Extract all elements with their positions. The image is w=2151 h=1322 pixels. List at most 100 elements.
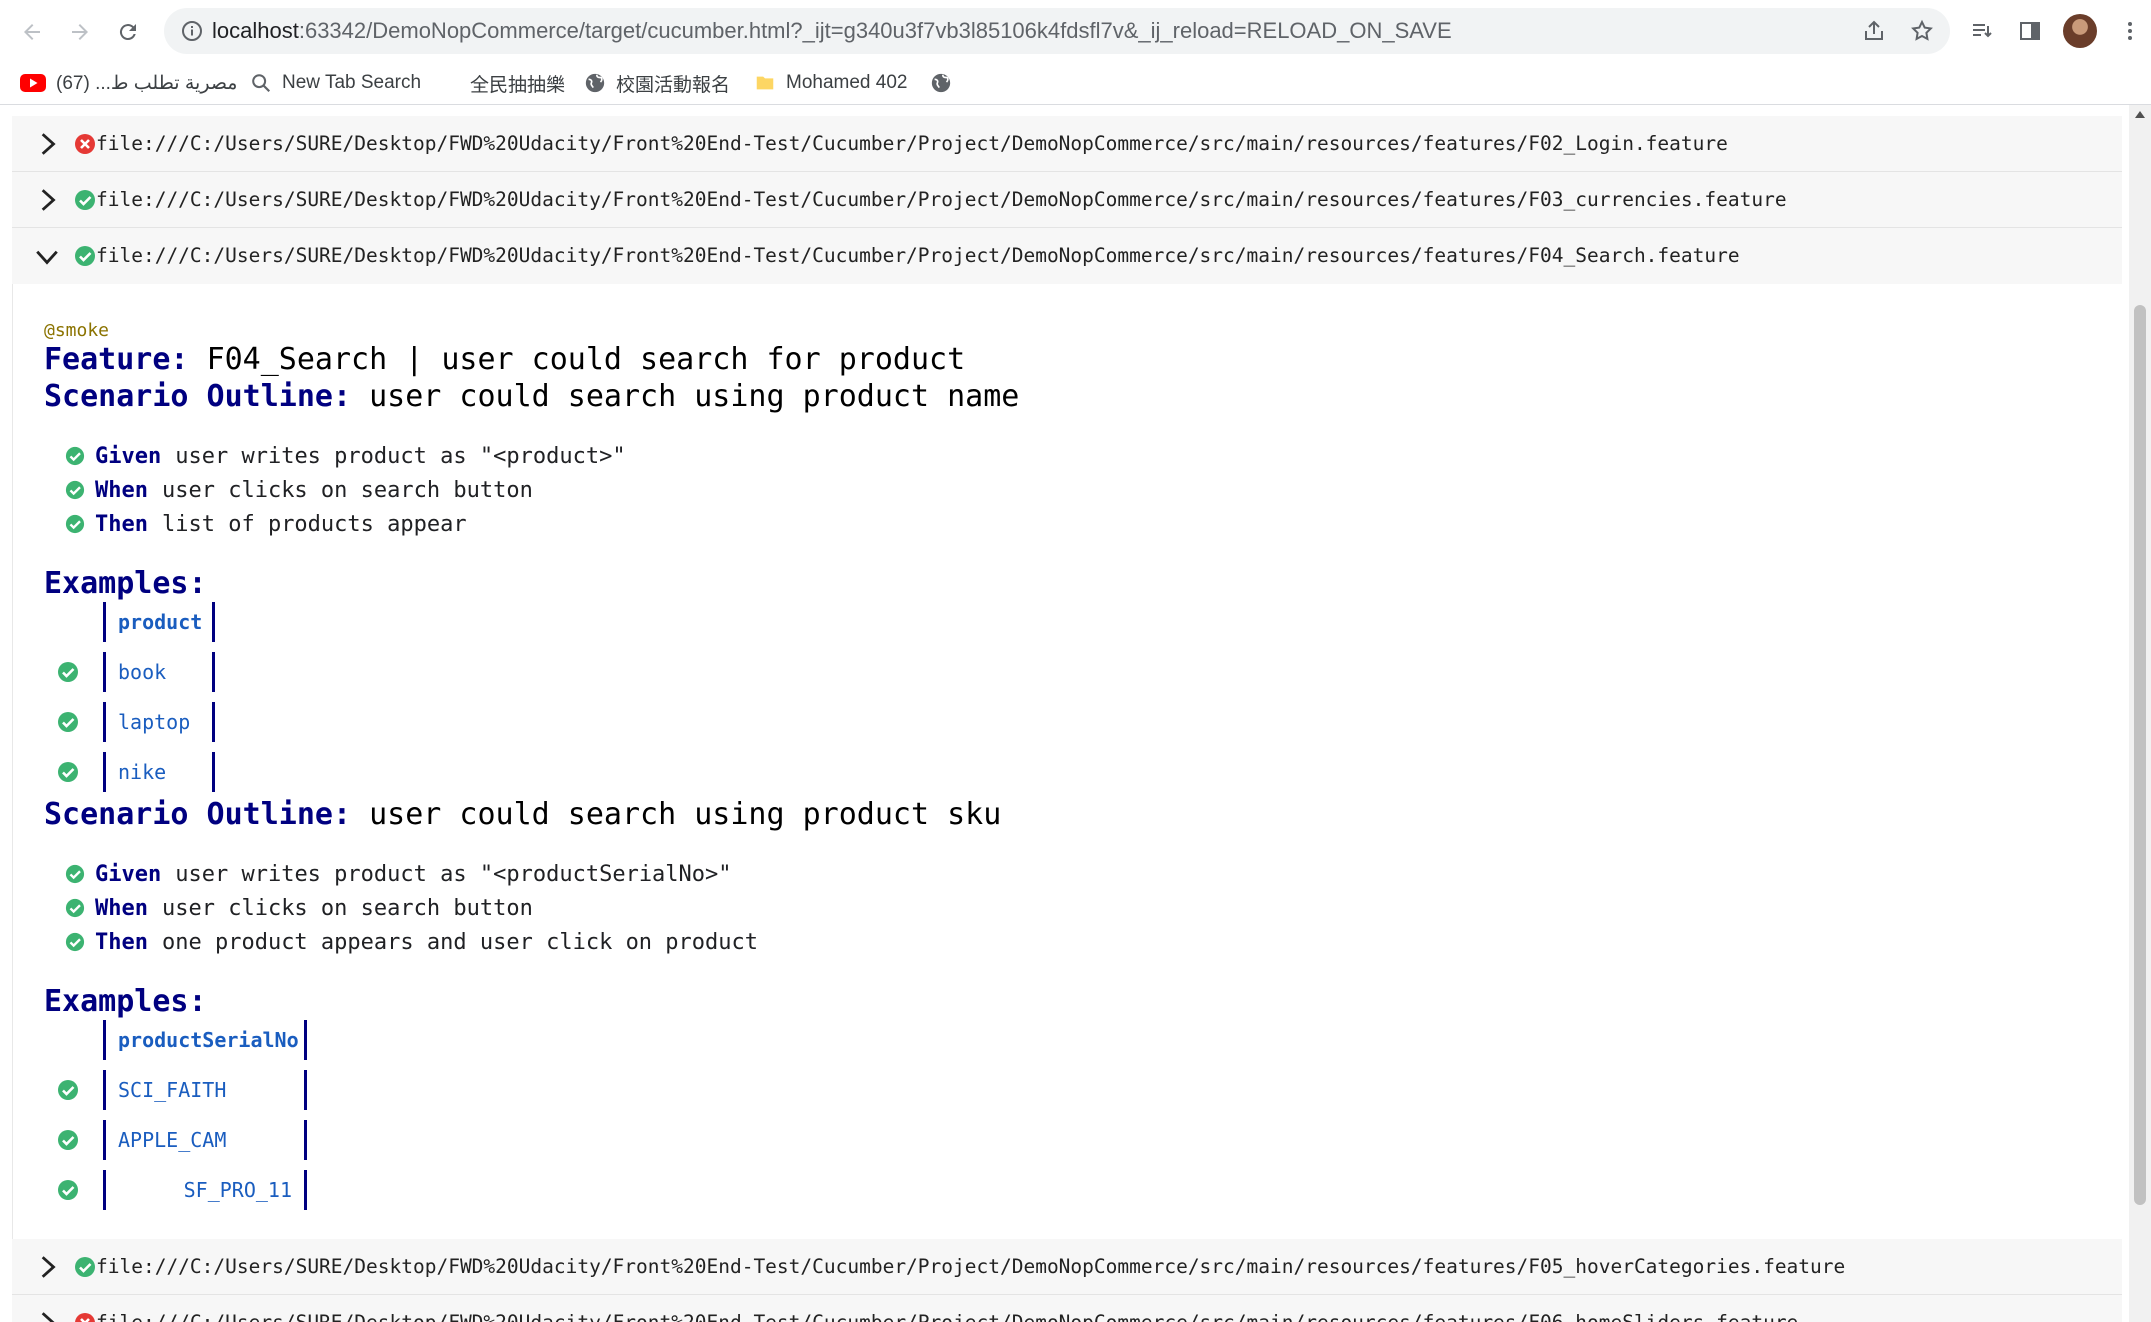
failed-status-icon xyxy=(75,1313,95,1322)
playlist-icon xyxy=(1973,24,1992,38)
reload-button[interactable] xyxy=(108,12,148,52)
youtube-icon xyxy=(20,74,46,92)
bookmark-campus-events[interactable]: 校園活動報名 xyxy=(584,62,730,104)
info-icon[interactable] xyxy=(180,19,204,43)
bookmark-lottery[interactable]: 全民抽抽樂 xyxy=(470,62,565,104)
step: Given user writes product as "<productSer… xyxy=(65,859,732,889)
feature-content: @smoke Feature: F04_Search | user could … xyxy=(12,284,2123,1239)
scenario-keyword: Scenario Outline: xyxy=(44,797,352,832)
feature-file-path[interactable]: file:///C:/Users/SURE/Desktop/FWD%20Udac… xyxy=(96,1239,1845,1294)
feature-file-header[interactable]: file:///C:/Users/SURE/Desktop/FWD%20Udac… xyxy=(12,116,2122,171)
feature-file-panel: file:///C:/Users/SURE/Desktop/FWD%20Udac… xyxy=(12,1239,2122,1295)
browser-menu-button[interactable] xyxy=(2110,11,2150,51)
scroll-up-arrow-icon[interactable] xyxy=(2135,111,2145,118)
feature-file-path[interactable]: file:///C:/Users/SURE/Desktop/FWD%20Udac… xyxy=(96,228,1740,283)
step: When user clicks on search button xyxy=(65,475,533,505)
url-text[interactable]: localhost:63342/DemoNopCommerce/target/c… xyxy=(212,8,1452,54)
bookmark-mohamed-402[interactable]: Mohamed 402 xyxy=(754,62,907,104)
feature-file-panel: file:///C:/Users/SURE/Desktop/FWD%20Udac… xyxy=(12,116,2122,172)
step-text: user clicks on search button xyxy=(161,477,533,503)
step: Then one product appears and user click o… xyxy=(65,927,758,957)
kebab-menu-icon xyxy=(2128,22,2132,40)
step-text: list of products appear xyxy=(161,511,467,537)
passed-status-icon xyxy=(58,712,78,732)
back-arrow-icon xyxy=(24,24,40,40)
passed-status-icon xyxy=(65,898,85,918)
examples-cell: nike xyxy=(103,752,215,792)
star-icon xyxy=(1911,19,1933,41)
step-keyword: Then xyxy=(95,929,148,955)
examples-title: Examples: xyxy=(44,566,207,601)
side-panel-button[interactable] xyxy=(2010,11,2050,51)
feature-tag: @smoke xyxy=(44,320,110,341)
share-icon xyxy=(1865,20,1883,40)
passed-status-icon xyxy=(75,1257,95,1277)
examples-cell: APPLE_CAM xyxy=(103,1120,307,1160)
step-text: one product appears and user click on pr… xyxy=(161,929,759,955)
bookmark-label: مصرية تطلب ط... (67) xyxy=(56,72,238,94)
step-text: user clicks on search button xyxy=(161,895,533,921)
examples-header-cell: productSerialNo xyxy=(103,1020,307,1060)
passed-status-icon xyxy=(58,762,78,782)
back-button[interactable] xyxy=(12,12,52,52)
feature-file-header[interactable]: file:///C:/Users/SURE/Desktop/FWD%20Udac… xyxy=(12,1295,2122,1322)
address-bar[interactable]: localhost:63342/DemoNopCommerce/target/c… xyxy=(164,8,1950,54)
share-button[interactable] xyxy=(1856,13,1892,49)
feature-file-path[interactable]: file:///C:/Users/SURE/Desktop/FWD%20Udac… xyxy=(96,172,1787,227)
feature-file-panel: file:///C:/Users/SURE/Desktop/FWD%20Udac… xyxy=(12,1295,2122,1322)
url-path: :63342/DemoNopCommerce/target/cucumber.h… xyxy=(298,18,1452,43)
step-keyword: When xyxy=(95,477,148,503)
scenario-title: Scenario Outline: user could search usin… xyxy=(44,379,1019,414)
browser-toolbar: localhost:63342/DemoNopCommerce/target/c… xyxy=(0,0,2151,62)
scenario-name: user could search using product sku xyxy=(369,797,1002,832)
bookmark-label: 校園活動報名 xyxy=(616,74,731,96)
examples-cell: laptop xyxy=(103,702,215,742)
passed-status-icon xyxy=(58,662,78,682)
chevron-right-icon[interactable] xyxy=(34,1310,60,1322)
chevron-right-icon[interactable] xyxy=(34,1254,60,1280)
feature-file-path[interactable]: file:///C:/Users/SURE/Desktop/FWD%20Udac… xyxy=(96,116,1728,171)
globe-icon xyxy=(931,73,951,93)
feature-file-panel-expanded: file:///C:/Users/SURE/Desktop/FWD%20Udac… xyxy=(12,228,2123,1322)
bookmarks-bar: مصرية تطلب ط... (67) New Tab Search 全民抽抽… xyxy=(0,62,2151,105)
passed-status-icon xyxy=(58,1180,78,1200)
feature-file-header[interactable]: file:///C:/Users/SURE/Desktop/FWD%20Udac… xyxy=(12,1239,2122,1294)
page-scrollbar[interactable] xyxy=(2129,105,2151,1322)
step: Given user writes product as "<product>" xyxy=(65,441,626,471)
reading-list-button[interactable] xyxy=(1962,11,2002,51)
scenario-title: Scenario Outline: user could search usin… xyxy=(44,797,1001,832)
bookmark-unnamed[interactable] xyxy=(930,62,952,104)
examples-title: Examples: xyxy=(44,984,207,1019)
bookmark-youtube[interactable]: مصرية تطلب ط... (67) xyxy=(20,62,237,104)
feature-file-header[interactable]: file:///C:/Users/SURE/Desktop/FWD%20Udac… xyxy=(12,172,2122,227)
feature-file-path[interactable]: file:///C:/Users/SURE/Desktop/FWD%20Udac… xyxy=(96,1295,1798,1322)
chevron-down-icon[interactable] xyxy=(34,243,60,269)
scrollbar-thumb[interactable] xyxy=(2134,305,2146,1205)
folder-icon xyxy=(756,76,774,90)
reload-icon xyxy=(119,24,136,41)
forward-button[interactable] xyxy=(60,12,100,52)
passed-status-icon xyxy=(65,480,85,500)
passed-status-icon xyxy=(65,864,85,884)
forward-arrow-icon xyxy=(72,24,88,40)
profile-avatar[interactable] xyxy=(2063,14,2097,48)
chevron-right-icon[interactable] xyxy=(34,187,60,213)
passed-status-icon xyxy=(65,514,85,534)
passed-status-icon xyxy=(58,1080,78,1100)
passed-status-icon xyxy=(65,932,85,952)
bookmark-label: New Tab Search xyxy=(282,72,422,93)
step-keyword: Given xyxy=(95,861,162,887)
step-keyword: Given xyxy=(95,443,162,469)
cucumber-report: file:///C:/Users/SURE/Desktop/FWD%20Udac… xyxy=(0,105,2151,1322)
failed-status-icon xyxy=(75,134,95,154)
examples-cell: SCI_FAITH xyxy=(103,1070,307,1110)
passed-status-icon xyxy=(75,246,95,266)
examples-cell: SF_PRO_11 xyxy=(103,1170,307,1210)
chevron-right-icon[interactable] xyxy=(34,131,60,157)
bookmark-new-tab-search[interactable]: New Tab Search xyxy=(250,62,421,104)
feature-title: Feature: F04_Search | user could search … xyxy=(44,342,965,377)
feature-name: F04_Search | user could search for produ… xyxy=(206,342,966,377)
feature-file-header[interactable]: file:///C:/Users/SURE/Desktop/FWD%20Udac… xyxy=(12,228,2122,283)
bookmark-star-button[interactable] xyxy=(1904,13,1940,49)
bookmark-label: 全民抽抽樂 xyxy=(470,74,566,96)
